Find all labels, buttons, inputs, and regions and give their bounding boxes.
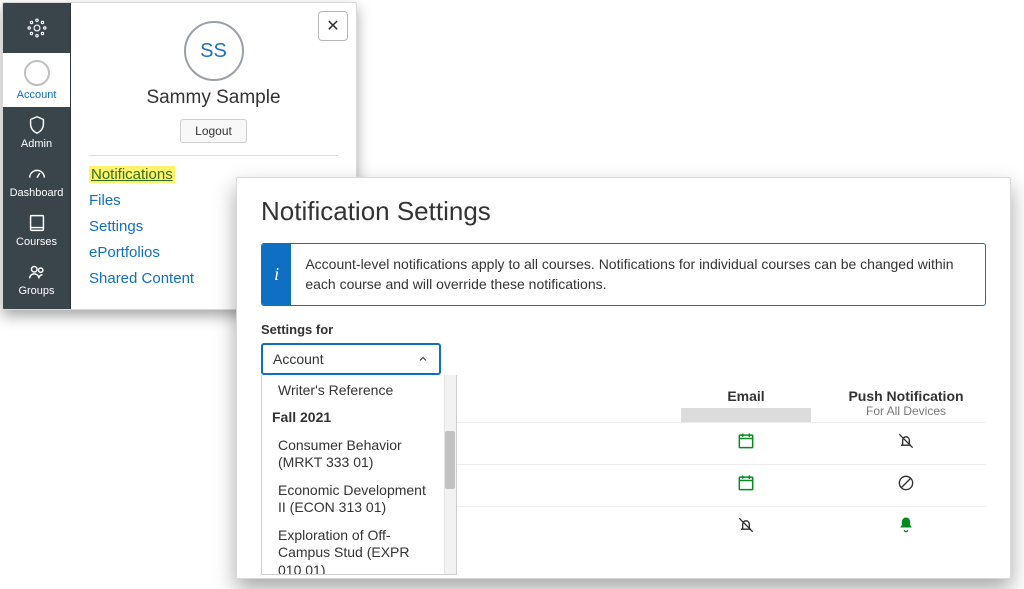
nav-label: Account xyxy=(17,89,57,101)
user-name: Sammy Sample xyxy=(89,87,338,109)
notify-off-button[interactable] xyxy=(896,431,916,456)
shield-icon xyxy=(26,114,48,136)
nav-label: Admin xyxy=(21,138,52,150)
avatar-wrap: SS xyxy=(89,17,338,81)
close-icon: ✕ xyxy=(326,16,339,36)
circle-slash-icon xyxy=(896,473,916,493)
logout-button[interactable]: Logout xyxy=(180,119,247,143)
user-avatar[interactable]: SS xyxy=(184,21,244,81)
menu-item-eportfolios[interactable]: ePortfolios xyxy=(89,244,160,261)
bell-off-icon xyxy=(736,515,756,535)
scrollbar[interactable] xyxy=(444,375,456,574)
book-icon xyxy=(26,212,48,234)
nav-label: Groups xyxy=(18,285,54,297)
info-icon: i xyxy=(262,244,291,305)
combobox-option[interactable]: Exploration of Off-Campus Stud (EXPR 010… xyxy=(262,522,444,575)
notify-immediately-button[interactable] xyxy=(736,473,756,498)
canvas-logo-icon xyxy=(26,17,48,39)
combobox-option[interactable]: Writer's Reference xyxy=(262,377,444,405)
combobox-option[interactable]: Consumer Behavior (MRKT 333 01) xyxy=(262,432,444,477)
notification-settings-panel: Notification Settings i Account-level no… xyxy=(236,177,1011,579)
combobox-value: Account xyxy=(273,351,324,367)
calendar-icon xyxy=(736,473,756,493)
nav-item-admin[interactable]: Admin xyxy=(3,107,70,156)
combobox-option[interactable]: Economic Development II (ECON 313 01) xyxy=(262,477,444,522)
avatar-initials: SS xyxy=(200,40,227,63)
nav-logo[interactable] xyxy=(3,3,70,53)
close-button[interactable]: ✕ xyxy=(318,11,348,41)
menu-item-notifications[interactable]: Notifications xyxy=(89,166,175,183)
notify-immediately-button[interactable] xyxy=(736,431,756,456)
menu-item-files[interactable]: Files xyxy=(89,192,121,209)
avatar-icon xyxy=(24,60,50,86)
settings-for-combobox: Account Writer's Reference Fall 2021 Con… xyxy=(261,343,441,375)
notify-on-button[interactable] xyxy=(896,515,916,540)
bell-filled-icon xyxy=(896,515,916,535)
people-icon xyxy=(26,261,48,283)
page-title: Notification Settings xyxy=(261,196,986,227)
chevron-up-icon xyxy=(417,353,429,365)
calendar-icon xyxy=(736,431,756,451)
global-nav: Account Admin Dashboard Courses xyxy=(3,3,71,309)
info-banner-text: Account-level notifications apply to all… xyxy=(291,244,985,305)
combobox-trigger[interactable]: Account xyxy=(261,343,441,375)
nav-item-courses[interactable]: Courses xyxy=(3,205,70,254)
settings-for-label: Settings for xyxy=(261,322,986,337)
combobox-listbox: Writer's Reference Fall 2021 Consumer Be… xyxy=(261,375,457,575)
nav-item-groups[interactable]: Groups xyxy=(3,254,70,303)
scrollbar-thumb[interactable] xyxy=(445,431,455,489)
column-header-email: Email xyxy=(666,388,826,422)
info-banner: i Account-level notifications apply to a… xyxy=(261,243,986,306)
menu-item-shared-content[interactable]: Shared Content xyxy=(89,270,194,287)
email-address-redacted xyxy=(681,408,811,422)
combobox-group-header: Fall 2021 xyxy=(262,404,444,432)
menu-item-settings[interactable]: Settings xyxy=(89,218,143,235)
nav-label: Courses xyxy=(16,236,57,248)
speedometer-icon xyxy=(26,163,48,185)
column-header-push: Push Notification For All Devices xyxy=(826,388,986,418)
notify-off-button[interactable] xyxy=(736,515,756,540)
notify-never-button[interactable] xyxy=(896,473,916,498)
divider xyxy=(89,155,338,156)
bell-off-icon xyxy=(896,431,916,451)
nav-item-dashboard[interactable]: Dashboard xyxy=(3,156,70,205)
nav-item-account[interactable]: Account xyxy=(3,53,70,107)
nav-label: Dashboard xyxy=(10,187,64,199)
